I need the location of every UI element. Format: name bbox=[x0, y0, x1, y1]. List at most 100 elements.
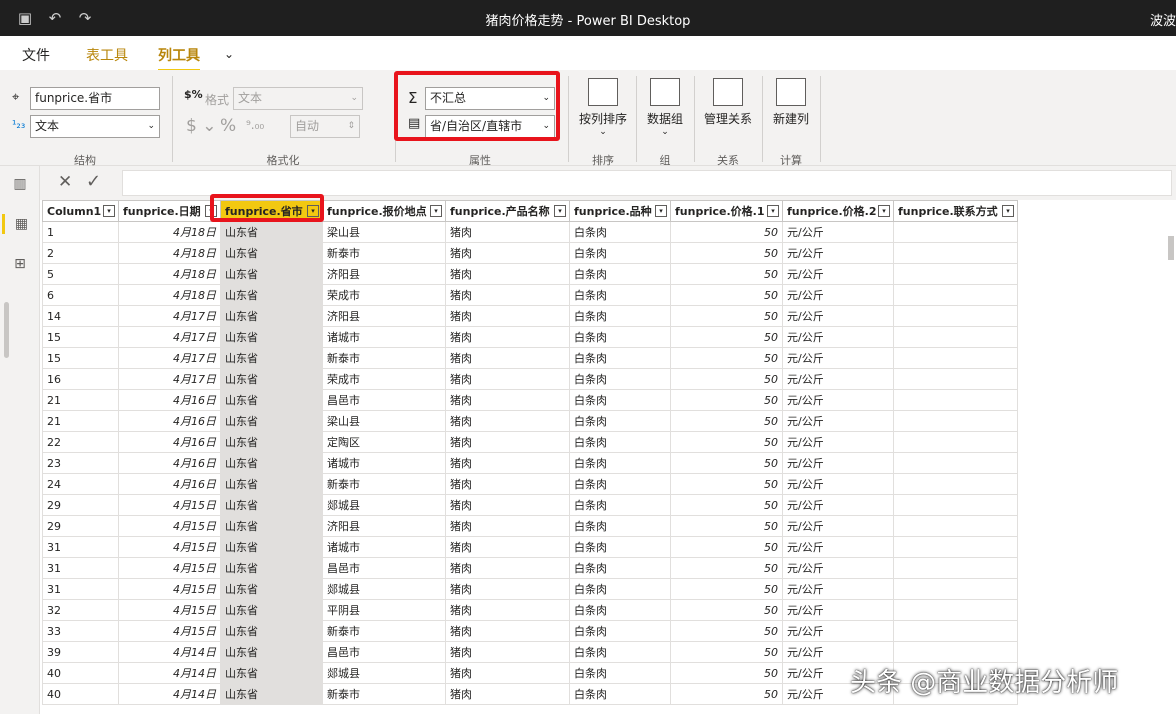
table-cell[interactable]: 4月17日 bbox=[118, 326, 221, 348]
table-cell[interactable]: 山东省 bbox=[220, 683, 323, 705]
table-cell[interactable]: 平阴县 bbox=[322, 599, 446, 621]
table-cell[interactable]: 50 bbox=[670, 263, 783, 285]
table-cell[interactable] bbox=[893, 557, 1018, 579]
new-column-button[interactable]: 新建列 bbox=[768, 78, 814, 127]
table-cell[interactable]: 50 bbox=[670, 641, 783, 663]
table-cell[interactable]: 4月15日 bbox=[118, 578, 221, 600]
table-cell[interactable]: 21 bbox=[42, 410, 119, 432]
table-cell[interactable]: 猪肉 bbox=[445, 683, 570, 705]
table-cell[interactable]: 新泰市 bbox=[322, 620, 446, 642]
table-cell[interactable]: 猪肉 bbox=[445, 368, 570, 390]
table-cell[interactable]: 50 bbox=[670, 305, 783, 327]
table-cell[interactable]: 猪肉 bbox=[445, 494, 570, 516]
table-cell[interactable]: 白条肉 bbox=[569, 515, 671, 537]
table-cell[interactable] bbox=[893, 326, 1018, 348]
table-cell[interactable]: 山东省 bbox=[220, 284, 323, 306]
filter-dropdown-icon[interactable]: ▾ bbox=[103, 205, 115, 217]
table-cell[interactable]: 50 bbox=[670, 452, 783, 474]
table-cell[interactable] bbox=[893, 347, 1018, 369]
decimal-places-input[interactable]: 自动 ⇕ bbox=[290, 115, 360, 138]
table-cell[interactable]: 白条肉 bbox=[569, 620, 671, 642]
table-cell[interactable]: 4月18日 bbox=[118, 242, 221, 264]
table-cell[interactable]: 元/公斤 bbox=[782, 326, 894, 348]
table-cell[interactable]: 50 bbox=[670, 662, 783, 684]
table-cell[interactable]: 元/公斤 bbox=[782, 641, 894, 663]
table-cell[interactable]: 白条肉 bbox=[569, 347, 671, 369]
table-cell[interactable]: 元/公斤 bbox=[782, 452, 894, 474]
table-cell[interactable]: 猪肉 bbox=[445, 305, 570, 327]
table-cell[interactable]: 14 bbox=[42, 305, 119, 327]
table-cell[interactable] bbox=[893, 263, 1018, 285]
table-cell[interactable]: 诸城市 bbox=[322, 452, 446, 474]
table-cell[interactable]: 4月14日 bbox=[118, 662, 221, 684]
table-cell[interactable]: 山东省 bbox=[220, 221, 323, 243]
table-cell[interactable]: 40 bbox=[42, 662, 119, 684]
table-cell[interactable]: 22 bbox=[42, 431, 119, 453]
table-cell[interactable]: 50 bbox=[670, 368, 783, 390]
table-cell[interactable]: 4月15日 bbox=[118, 557, 221, 579]
table-cell[interactable]: 24 bbox=[42, 473, 119, 495]
table-cell[interactable]: 元/公斤 bbox=[782, 494, 894, 516]
table-cell[interactable]: 50 bbox=[670, 284, 783, 306]
table-cell[interactable]: 白条肉 bbox=[569, 368, 671, 390]
table-cell[interactable]: 31 bbox=[42, 557, 119, 579]
table-cell[interactable]: 元/公斤 bbox=[782, 389, 894, 411]
table-cell[interactable]: 白条肉 bbox=[569, 641, 671, 663]
filter-dropdown-icon[interactable]: ▾ bbox=[1002, 205, 1014, 217]
table-cell[interactable]: 4月16日 bbox=[118, 389, 221, 411]
table-cell[interactable]: 猪肉 bbox=[445, 557, 570, 579]
table-cell[interactable]: 山东省 bbox=[220, 599, 323, 621]
tab-table-tools[interactable]: 表工具 bbox=[86, 45, 128, 65]
table-cell[interactable] bbox=[893, 620, 1018, 642]
table-cell[interactable]: 21 bbox=[42, 389, 119, 411]
table-cell[interactable]: 4月18日 bbox=[118, 284, 221, 306]
table-cell[interactable]: 元/公斤 bbox=[782, 515, 894, 537]
table-cell[interactable]: 郯城县 bbox=[322, 578, 446, 600]
table-cell[interactable]: 白条肉 bbox=[569, 263, 671, 285]
table-cell[interactable]: 50 bbox=[670, 578, 783, 600]
table-cell[interactable]: 白条肉 bbox=[569, 242, 671, 264]
table-cell[interactable]: 猪肉 bbox=[445, 473, 570, 495]
data-type-select[interactable]: 文本 ⌄ bbox=[30, 115, 160, 138]
table-cell[interactable]: 4月15日 bbox=[118, 536, 221, 558]
table-cell[interactable]: 50 bbox=[670, 620, 783, 642]
table-cell[interactable]: 23 bbox=[42, 452, 119, 474]
table-cell[interactable]: 山东省 bbox=[220, 368, 323, 390]
table-cell[interactable]: 猪肉 bbox=[445, 641, 570, 663]
table-cell[interactable]: 济阳县 bbox=[322, 515, 446, 537]
table-cell[interactable]: 荣成市 bbox=[322, 284, 446, 306]
table-cell[interactable]: 山东省 bbox=[220, 263, 323, 285]
table-cell[interactable]: 新泰市 bbox=[322, 473, 446, 495]
table-cell[interactable]: 50 bbox=[670, 599, 783, 621]
table-cell[interactable]: 50 bbox=[670, 389, 783, 411]
table-cell[interactable]: 山东省 bbox=[220, 641, 323, 663]
table-cell[interactable]: 济阳县 bbox=[322, 263, 446, 285]
data-view-icon[interactable]: ▦ bbox=[2, 214, 32, 234]
table-cell[interactable]: 50 bbox=[670, 473, 783, 495]
table-cell[interactable]: 猪肉 bbox=[445, 662, 570, 684]
table-cell[interactable] bbox=[893, 284, 1018, 306]
table-cell[interactable]: 白条肉 bbox=[569, 473, 671, 495]
table-cell[interactable]: 白条肉 bbox=[569, 221, 671, 243]
table-cell[interactable]: 白条肉 bbox=[569, 326, 671, 348]
table-cell[interactable] bbox=[893, 410, 1018, 432]
table-cell[interactable]: 山东省 bbox=[220, 242, 323, 264]
column-header[interactable]: funprice.报价地点 ▾ bbox=[322, 200, 446, 222]
table-cell[interactable]: 山东省 bbox=[220, 578, 323, 600]
table-cell[interactable]: 诸城市 bbox=[322, 326, 446, 348]
filter-dropdown-icon[interactable]: ▾ bbox=[430, 205, 442, 217]
table-cell[interactable]: 33 bbox=[42, 620, 119, 642]
filter-dropdown-icon[interactable]: ▾ bbox=[767, 205, 779, 217]
formula-input[interactable] bbox=[122, 170, 1172, 196]
table-cell[interactable]: 山东省 bbox=[220, 494, 323, 516]
table-cell[interactable] bbox=[893, 242, 1018, 264]
currency-icon[interactable]: $ ⌄ bbox=[186, 116, 216, 136]
table-cell[interactable]: 猪肉 bbox=[445, 242, 570, 264]
table-cell[interactable]: 元/公斤 bbox=[782, 431, 894, 453]
user-name[interactable]: 波波 bbox=[1150, 10, 1176, 29]
table-cell[interactable] bbox=[893, 221, 1018, 243]
table-cell[interactable] bbox=[893, 431, 1018, 453]
model-view-icon[interactable]: ⊞ bbox=[10, 254, 30, 274]
table-cell[interactable]: 山东省 bbox=[220, 536, 323, 558]
table-cell[interactable]: 50 bbox=[670, 431, 783, 453]
